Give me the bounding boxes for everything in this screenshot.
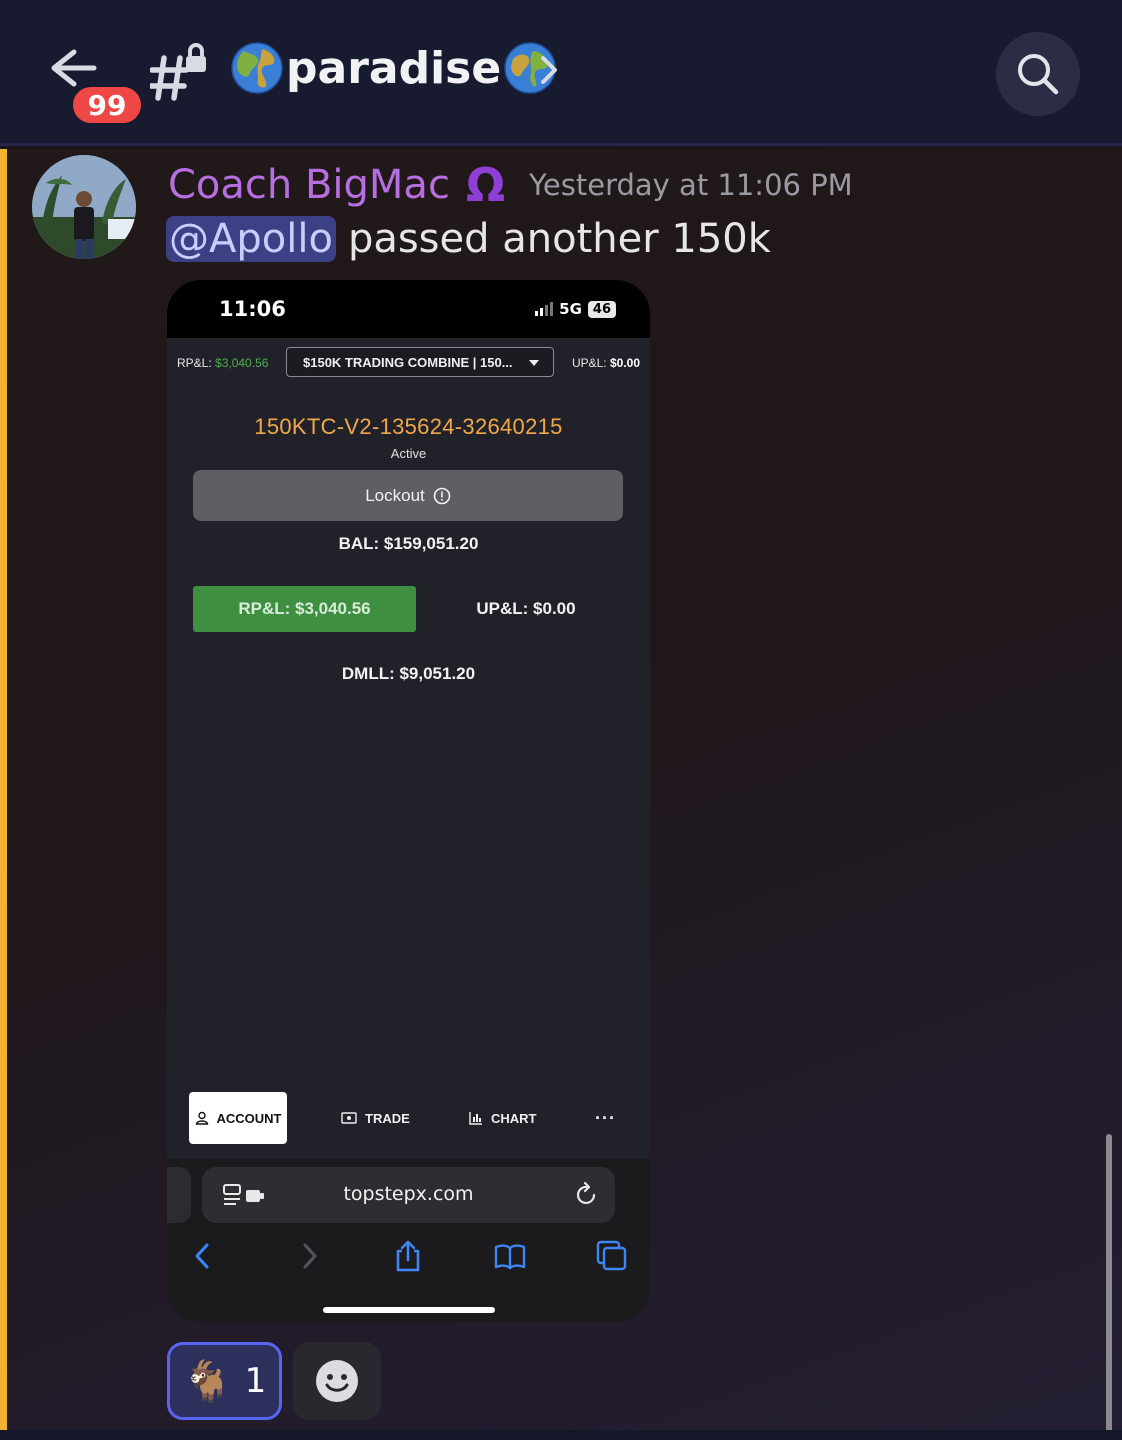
reaction-goat[interactable]: 🐐 1 bbox=[167, 1342, 282, 1420]
avatar-photo bbox=[32, 155, 136, 259]
user-icon bbox=[195, 1111, 208, 1125]
globe-emoji-icon bbox=[231, 42, 283, 94]
reaction-count: 1 bbox=[244, 1361, 267, 1401]
nav-trade-label: TRADE bbox=[365, 1110, 410, 1126]
author-name[interactable]: Coach BigMac bbox=[168, 162, 450, 208]
topbar-upl-label: UP&L: bbox=[571, 356, 607, 370]
topbar-upl-value: $0.00 bbox=[609, 356, 640, 370]
search-icon bbox=[1018, 54, 1059, 95]
tabs-icon[interactable] bbox=[595, 1239, 629, 1273]
browser-chrome: topstepx.com bbox=[167, 1159, 650, 1322]
account-status: Active bbox=[390, 446, 427, 461]
address-bar[interactable]: topstepx.com bbox=[202, 1167, 615, 1223]
trading-topbar: RP&L: $3,040.56 $150K TRADING COMBINE | … bbox=[167, 338, 650, 388]
locked-channel-hash-icon bbox=[150, 43, 206, 101]
network-type: 5G bbox=[559, 300, 582, 318]
unread-count-badge: 99 bbox=[70, 84, 144, 126]
reload-icon[interactable] bbox=[575, 1181, 599, 1207]
message-content: @Apollo passed another 150k bbox=[166, 213, 771, 265]
message-timestamp: Yesterday at 11:06 PM bbox=[529, 168, 853, 202]
user-mention[interactable]: @Apollo bbox=[166, 216, 336, 262]
nav-account-label: ACCOUNT bbox=[216, 1110, 282, 1126]
lockout-button[interactable]: Lockout bbox=[193, 470, 623, 521]
battery-icon: 46 bbox=[587, 300, 616, 318]
chevron-right-icon[interactable] bbox=[536, 52, 562, 88]
status-indicators: 5G 46 bbox=[535, 300, 616, 318]
smiley-face-icon bbox=[316, 1360, 358, 1402]
image-attachment[interactable]: 11:06 5G 46 RP&L: $3,040.56 $150K TRADIN… bbox=[167, 280, 650, 1322]
browser-forward-icon[interactable] bbox=[291, 1239, 325, 1273]
lockout-label: Lockout bbox=[365, 485, 425, 505]
channel-name: paradise bbox=[286, 42, 502, 94]
chart-icon bbox=[469, 1112, 482, 1125]
browser-back-icon[interactable] bbox=[187, 1239, 221, 1273]
role-omega-icon: Ω bbox=[465, 158, 506, 212]
channel-title[interactable]: paradise bbox=[230, 36, 557, 100]
goat-emoji-icon: 🐐 bbox=[182, 1358, 233, 1405]
topbar-rpl-label: RP&L: bbox=[177, 356, 212, 370]
topbar-rpl-value: $3,040.56 bbox=[215, 356, 269, 370]
author-avatar[interactable] bbox=[32, 155, 136, 259]
status-time: 11:06 bbox=[219, 297, 286, 321]
daily-max-loss-limit: DMLL: $9,051.20 bbox=[341, 664, 476, 683]
info-circle-icon bbox=[433, 487, 451, 504]
channel-header: 99 paradise bbox=[0, 0, 1122, 146]
caret-down-icon bbox=[529, 360, 539, 366]
home-indicator bbox=[323, 1307, 495, 1313]
trade-icon bbox=[341, 1112, 357, 1124]
bottom-edge bbox=[0, 1430, 1122, 1440]
cell-signal-icon bbox=[535, 302, 554, 316]
previous-tab-preview[interactable] bbox=[167, 1167, 191, 1223]
account-select-value: $150K TRADING COMBINE | 150... bbox=[303, 354, 513, 370]
topbar-rpl: RP&L: $3,040.56 bbox=[177, 356, 268, 370]
mention-highlight-bar bbox=[0, 149, 7, 1440]
add-reaction-button[interactable] bbox=[293, 1342, 381, 1420]
bookmarks-icon[interactable] bbox=[493, 1239, 527, 1273]
app-bottom-nav: ACCOUNT TRADE CHART ··· bbox=[167, 1090, 650, 1148]
unrealized-pnl: UP&L: $0.00 bbox=[476, 599, 576, 618]
more-options-icon[interactable]: ··· bbox=[595, 1092, 616, 1144]
scrollbar[interactable] bbox=[1106, 1134, 1112, 1440]
message-text: passed another 150k bbox=[347, 216, 771, 262]
url-text: topstepx.com bbox=[343, 1183, 474, 1205]
account-id: 150KTC-V2-135624-32640215 bbox=[254, 414, 563, 439]
phone-status-bar: 11:06 5G 46 bbox=[167, 280, 650, 338]
realized-pnl-box: RP&L: $3,040.56 bbox=[193, 586, 416, 632]
browser-toolbar bbox=[167, 1235, 650, 1275]
nav-account[interactable]: ACCOUNT bbox=[189, 1092, 287, 1144]
nav-chart-label: CHART bbox=[491, 1110, 537, 1126]
balance-value: BAL: $159,051.20 bbox=[338, 534, 479, 553]
nav-trade[interactable]: TRADE bbox=[341, 1092, 410, 1144]
message-header: Coach BigMac Ω Yesterday at 11:06 PM bbox=[168, 158, 853, 212]
account-select[interactable]: $150K TRADING COMBINE | 150... bbox=[286, 347, 554, 377]
share-icon[interactable] bbox=[391, 1239, 425, 1273]
search-button[interactable] bbox=[996, 32, 1080, 116]
topbar-upl: UP&L: $0.00 bbox=[572, 356, 640, 370]
nav-chart[interactable]: CHART bbox=[469, 1092, 537, 1144]
message-list: Coach BigMac Ω Yesterday at 11:06 PM @Ap… bbox=[0, 149, 1122, 1440]
